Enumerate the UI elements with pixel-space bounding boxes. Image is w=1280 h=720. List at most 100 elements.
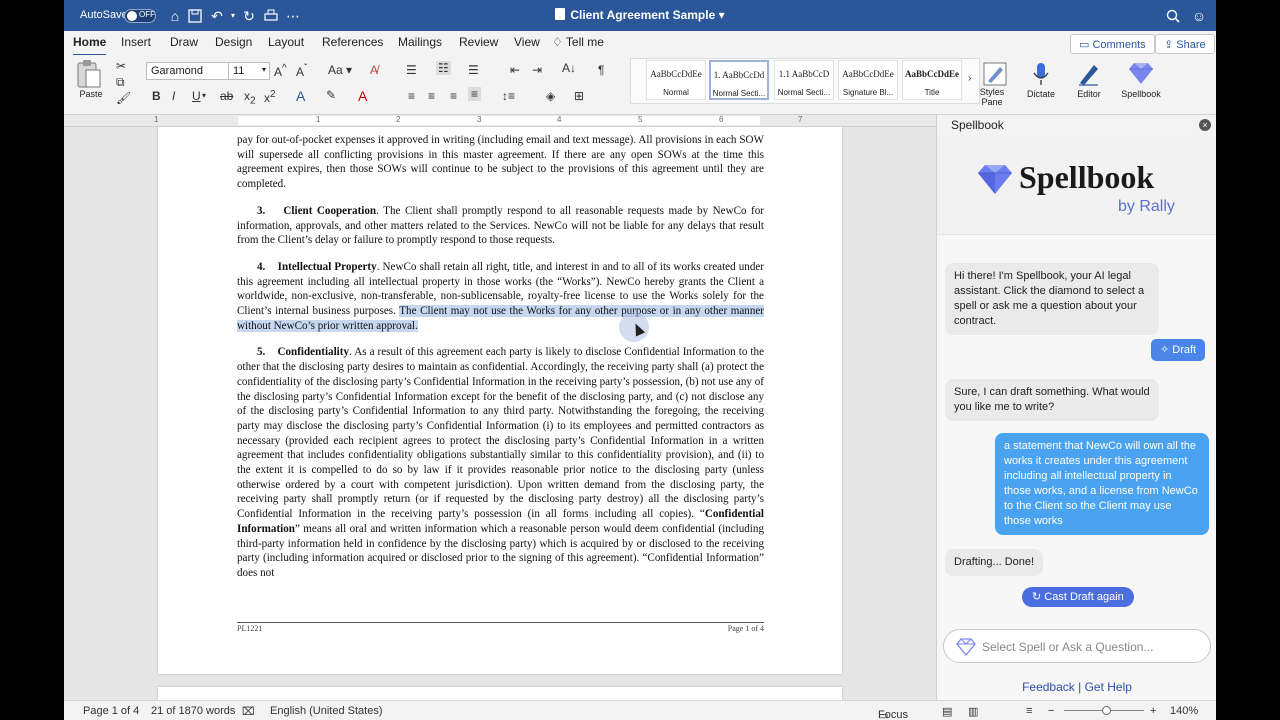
style-normal-section-1[interactable]: 1. AaBbCcDd Normal Secti...: [709, 60, 769, 100]
document-body[interactable]: pay for out-of-pocket expenses it approv…: [237, 133, 764, 593]
multilevel-list-icon[interactable]: ☰: [468, 63, 479, 77]
ask-input[interactable]: Select Spell or Ask a Question...: [943, 629, 1211, 663]
borders-icon[interactable]: ⊞: [574, 89, 584, 103]
tell-me[interactable]: ♢ Tell me: [552, 35, 604, 49]
font-color-icon[interactable]: A: [358, 88, 367, 104]
close-icon[interactable]: ×: [1199, 119, 1211, 131]
font-size-select[interactable]: 11 ▾: [228, 62, 270, 80]
cast-draft-again-button[interactable]: ↻ Cast Draft again: [1022, 587, 1134, 607]
zoom-out-icon[interactable]: −: [1048, 705, 1054, 717]
align-right-icon[interactable]: ≡: [450, 89, 457, 103]
format-painter-icon[interactable]: 🖌: [116, 91, 131, 105]
zoom-in-icon[interactable]: +: [1150, 705, 1156, 717]
pane-title: Spellbook: [951, 118, 1004, 132]
tab-insert[interactable]: Insert: [121, 35, 151, 49]
title-bar: AutoSave OFF ⌂ ↶ ▾ ↻ ⋯ Client Agreement …: [64, 0, 1216, 31]
justify-icon[interactable]: ≡: [468, 87, 482, 101]
document-page-2[interactable]: [158, 687, 842, 700]
underline-dropdown-icon[interactable]: ▾: [202, 91, 206, 100]
cut-icon[interactable]: ✂: [116, 59, 126, 73]
underline-icon[interactable]: U: [192, 89, 201, 103]
document-page[interactable]: pay for out-of-pocket expenses it approv…: [158, 127, 842, 674]
bold-icon[interactable]: B: [152, 89, 161, 103]
style-signature-block[interactable]: AaBbCcDdEe Signature Bl...: [838, 60, 898, 100]
outline-view-icon[interactable]: ≡: [1026, 705, 1032, 717]
spell-diamond-icon[interactable]: [956, 638, 976, 656]
tab-references[interactable]: References: [322, 35, 383, 49]
ask-placeholder: Select Spell or Ask a Question...: [982, 640, 1154, 654]
increase-indent-icon[interactable]: ⇥: [532, 63, 542, 77]
dictate-icon[interactable]: [1028, 61, 1054, 87]
document-area[interactable]: pay for out-of-pocket expenses it approv…: [64, 127, 936, 700]
paragraph-client-cooperation[interactable]: 3. Client Cooperation. The Client shall …: [237, 204, 764, 248]
tab-draw[interactable]: Draw: [170, 35, 198, 49]
spellbook-banner: Spellbook by Rally: [937, 135, 1216, 235]
style-normal[interactable]: AaBbCcDdEe Normal: [646, 60, 706, 100]
dictate-label: Dictate: [1026, 89, 1055, 99]
horizontal-ruler[interactable]: 1 1 2 3 4 5 6 7: [64, 115, 936, 127]
draft-button[interactable]: ✧ Draft: [1151, 339, 1206, 361]
ribbon-tabs: Home Insert Draw Design Layout Reference…: [64, 31, 1216, 57]
style-normal-section-2[interactable]: 1.1 AaBbCcD Normal Secti...: [774, 60, 834, 100]
font-name-select[interactable]: Garamond▾: [146, 62, 236, 80]
spellbook-label: Spellbook: [1121, 89, 1161, 99]
superscript-icon[interactable]: x2: [264, 89, 276, 105]
proofing-icon[interactable]: ⌧: [242, 705, 255, 718]
align-left-icon[interactable]: ≡: [408, 89, 415, 103]
highlight-icon[interactable]: ✎: [326, 88, 336, 102]
show-formatting-icon[interactable]: ¶: [598, 63, 604, 77]
account-icon[interactable]: ☺: [1190, 7, 1208, 25]
spellbook-brand: Spellbook: [1019, 159, 1155, 195]
styles-pane-icon[interactable]: [982, 61, 1008, 87]
styles-more-icon[interactable]: ›: [968, 73, 971, 84]
strikethrough-icon[interactable]: ab: [220, 89, 233, 103]
tab-layout[interactable]: Layout: [268, 35, 304, 49]
tab-design[interactable]: Design: [215, 35, 252, 49]
word-count[interactable]: 21 of 1870 words: [151, 705, 235, 717]
paste-icon[interactable]: [76, 59, 102, 88]
style-title[interactable]: AaBbCcDdEe Title: [902, 60, 962, 100]
grow-font-icon[interactable]: A^: [274, 63, 287, 79]
align-center-icon[interactable]: ≡: [428, 89, 435, 103]
text-effects-icon[interactable]: A: [296, 88, 305, 104]
shading-icon[interactable]: ◈: [546, 89, 555, 103]
zoom-level[interactable]: 140%: [1170, 705, 1198, 717]
numbering-icon[interactable]: ☷: [436, 61, 451, 75]
ruler-mark: 4: [557, 115, 562, 124]
tab-view[interactable]: View: [514, 35, 540, 49]
paragraph-intellectual-property[interactable]: 4. Intellectual Property. NewCo shall re…: [237, 260, 764, 334]
shrink-font-icon[interactable]: Aˇ: [296, 63, 307, 79]
spellbook-logo-icon: [978, 165, 1012, 194]
footer-doc-id: PL1221: [237, 624, 263, 633]
page-count[interactable]: Page 1 of 4: [83, 705, 139, 717]
decrease-indent-icon[interactable]: ⇤: [510, 63, 520, 77]
zoom-slider-thumb[interactable]: [1102, 706, 1111, 715]
by-rally: by Rally: [1118, 198, 1175, 215]
share-button[interactable]: ⇪ Share: [1155, 34, 1215, 54]
assistant-message: Sure, I can draft something. What would …: [945, 379, 1159, 421]
sort-icon[interactable]: A↓: [562, 61, 576, 75]
subscript-icon[interactable]: x2: [244, 89, 256, 106]
search-icon[interactable]: [1164, 7, 1182, 25]
tab-home[interactable]: Home: [73, 35, 107, 57]
ruler-mark: 3: [477, 115, 482, 124]
tab-mailings[interactable]: Mailings: [398, 35, 442, 49]
paragraph-confidentiality[interactable]: 5. Confidentiality. As a result of this …: [237, 345, 764, 580]
tab-review[interactable]: Review: [459, 35, 498, 49]
line-spacing-icon[interactable]: ↕≡: [502, 89, 515, 103]
italic-icon[interactable]: I: [172, 89, 175, 103]
comments-button[interactable]: ▭ Comments: [1070, 34, 1155, 54]
bullets-icon[interactable]: ☰: [406, 63, 417, 77]
print-layout-icon[interactable]: ▤: [942, 705, 952, 718]
get-help-link[interactable]: Get Help: [1085, 680, 1132, 694]
editor-icon[interactable]: [1076, 61, 1102, 87]
paragraph[interactable]: pay for out-of-pocket expenses it approv…: [237, 133, 764, 192]
change-case-icon[interactable]: Aa ▾: [328, 63, 352, 77]
copy-icon[interactable]: ⧉: [116, 75, 125, 90]
language-status[interactable]: English (United States): [270, 705, 383, 717]
pane-header: Spellbook ×: [937, 115, 1216, 135]
spellbook-diamond-icon[interactable]: [1128, 61, 1154, 87]
web-layout-icon[interactable]: ▥: [968, 705, 978, 718]
clear-formatting-icon[interactable]: A̸: [370, 63, 378, 77]
feedback-link[interactable]: Feedback: [1022, 680, 1075, 694]
